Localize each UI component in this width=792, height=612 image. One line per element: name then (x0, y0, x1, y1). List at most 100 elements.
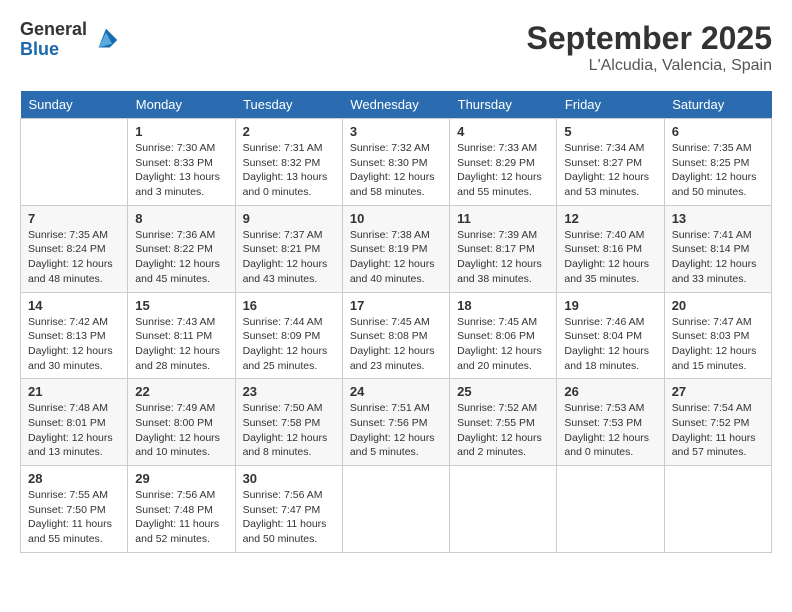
logo-general: General (20, 19, 87, 39)
day-number: 7 (28, 211, 120, 226)
calendar-cell (557, 466, 664, 553)
day-number: 28 (28, 471, 120, 486)
calendar-cell: 10 Sunrise: 7:38 AMSunset: 8:19 PMDayligh… (342, 205, 449, 292)
day-info: Sunrise: 7:45 AMSunset: 8:06 PMDaylight:… (457, 315, 549, 374)
calendar-cell: 7 Sunrise: 7:35 AMSunset: 8:24 PMDaylight… (21, 205, 128, 292)
day-number: 12 (564, 211, 656, 226)
calendar-cell: 22 Sunrise: 7:49 AMSunset: 8:00 PMDayligh… (128, 379, 235, 466)
calendar-week-5: 28 Sunrise: 7:55 AMSunset: 7:50 PMDayligh… (21, 466, 772, 553)
day-info: Sunrise: 7:55 AMSunset: 7:50 PMDaylight:… (28, 488, 120, 547)
day-number: 24 (350, 384, 442, 399)
calendar-cell: 5 Sunrise: 7:34 AMSunset: 8:27 PMDaylight… (557, 119, 664, 206)
day-info: Sunrise: 7:39 AMSunset: 8:17 PMDaylight:… (457, 228, 549, 287)
day-info: Sunrise: 7:42 AMSunset: 8:13 PMDaylight:… (28, 315, 120, 374)
day-info: Sunrise: 7:32 AMSunset: 8:30 PMDaylight:… (350, 141, 442, 200)
calendar-cell: 8 Sunrise: 7:36 AMSunset: 8:22 PMDaylight… (128, 205, 235, 292)
location-title: L'Alcudia, Valencia, Spain (527, 57, 772, 75)
day-number: 17 (350, 298, 442, 313)
calendar-cell: 14Sunrise: 7:42 AMSunset: 8:13 PMDayligh… (21, 292, 128, 379)
calendar-cell: 4 Sunrise: 7:33 AMSunset: 8:29 PMDaylight… (450, 119, 557, 206)
calendar-cell: 20 Sunrise: 7:47 AMSunset: 8:03 PMDayligh… (664, 292, 771, 379)
day-info: Sunrise: 7:43 AMSunset: 8:11 PMDaylight:… (135, 315, 227, 374)
day-number: 11 (457, 211, 549, 226)
day-info: Sunrise: 7:31 AMSunset: 8:32 PMDaylight:… (243, 141, 335, 200)
day-info: Sunrise: 7:41 AMSunset: 8:14 PMDaylight:… (672, 228, 764, 287)
day-info: Sunrise: 7:35 AMSunset: 8:24 PMDaylight:… (28, 228, 120, 287)
header-monday: Monday (128, 91, 235, 119)
day-info: Sunrise: 7:30 AMSunset: 8:33 PMDaylight:… (135, 141, 227, 200)
day-info: Sunrise: 7:34 AMSunset: 8:27 PMDaylight:… (564, 141, 656, 200)
calendar-cell: 11 Sunrise: 7:39 AMSunset: 8:17 PMDayligh… (450, 205, 557, 292)
day-number: 3 (350, 124, 442, 139)
header-thursday: Thursday (450, 91, 557, 119)
calendar-cell: 2 Sunrise: 7:31 AMSunset: 8:32 PMDaylight… (235, 119, 342, 206)
day-info: Sunrise: 7:53 AMSunset: 7:53 PMDaylight:… (564, 401, 656, 460)
day-info: Sunrise: 7:33 AMSunset: 8:29 PMDaylight:… (457, 141, 549, 200)
title-block: September 2025 L'Alcudia, Valencia, Spai… (527, 20, 772, 75)
header-wednesday: Wednesday (342, 91, 449, 119)
calendar-cell: 3 Sunrise: 7:32 AMSunset: 8:30 PMDaylight… (342, 119, 449, 206)
calendar-cell: 6 Sunrise: 7:35 AMSunset: 8:25 PMDaylight… (664, 119, 771, 206)
calendar-cell: 17 Sunrise: 7:45 AMSunset: 8:08 PMDayligh… (342, 292, 449, 379)
day-number: 15 (135, 298, 227, 313)
header-saturday: Saturday (664, 91, 771, 119)
day-info: Sunrise: 7:48 AMSunset: 8:01 PMDaylight:… (28, 401, 120, 460)
day-info: Sunrise: 7:54 AMSunset: 7:52 PMDaylight:… (672, 401, 764, 460)
calendar-cell: 27Sunrise: 7:54 AMSunset: 7:52 PMDayligh… (664, 379, 771, 466)
calendar-cell: 1 Sunrise: 7:30 AMSunset: 8:33 PMDaylight… (128, 119, 235, 206)
calendar-week-2: 7 Sunrise: 7:35 AMSunset: 8:24 PMDaylight… (21, 205, 772, 292)
calendar-cell: 26 Sunrise: 7:53 AMSunset: 7:53 PMDayligh… (557, 379, 664, 466)
day-number: 25 (457, 384, 549, 399)
calendar-cell: 9Sunrise: 7:37 AMSunset: 8:21 PMDaylight… (235, 205, 342, 292)
calendar-table: SundayMondayTuesdayWednesdayThursdayFrid… (20, 91, 772, 553)
day-number: 22 (135, 384, 227, 399)
calendar-cell: 23Sunrise: 7:50 AMSunset: 7:58 PMDayligh… (235, 379, 342, 466)
day-info: Sunrise: 7:49 AMSunset: 8:00 PMDaylight:… (135, 401, 227, 460)
calendar-cell: 21Sunrise: 7:48 AMSunset: 8:01 PMDayligh… (21, 379, 128, 466)
header-friday: Friday (557, 91, 664, 119)
day-info: Sunrise: 7:56 AMSunset: 7:48 PMDaylight:… (135, 488, 227, 547)
day-number: 20 (672, 298, 764, 313)
day-number: 16 (243, 298, 335, 313)
calendar-cell: 18 Sunrise: 7:45 AMSunset: 8:06 PMDayligh… (450, 292, 557, 379)
logo-icon (91, 25, 121, 55)
day-info: Sunrise: 7:50 AMSunset: 7:58 PMDaylight:… (243, 401, 335, 460)
day-info: Sunrise: 7:38 AMSunset: 8:19 PMDaylight:… (350, 228, 442, 287)
day-info: Sunrise: 7:36 AMSunset: 8:22 PMDaylight:… (135, 228, 227, 287)
day-info: Sunrise: 7:35 AMSunset: 8:25 PMDaylight:… (672, 141, 764, 200)
day-number: 6 (672, 124, 764, 139)
day-number: 10 (350, 211, 442, 226)
day-number: 1 (135, 124, 227, 139)
day-number: 26 (564, 384, 656, 399)
calendar-cell: 24Sunrise: 7:51 AMSunset: 7:56 PMDayligh… (342, 379, 449, 466)
calendar-cell (342, 466, 449, 553)
calendar-cell: 29 Sunrise: 7:56 AMSunset: 7:48 PMDayligh… (128, 466, 235, 553)
logo: General Blue (20, 20, 121, 60)
calendar-header-row: SundayMondayTuesdayWednesdayThursdayFrid… (21, 91, 772, 119)
day-info: Sunrise: 7:46 AMSunset: 8:04 PMDaylight:… (564, 315, 656, 374)
calendar-cell (450, 466, 557, 553)
calendar-cell: 12Sunrise: 7:40 AMSunset: 8:16 PMDayligh… (557, 205, 664, 292)
day-number: 19 (564, 298, 656, 313)
day-number: 13 (672, 211, 764, 226)
page-header: General Blue September 2025 L'Alcudia, V… (20, 20, 772, 75)
day-info: Sunrise: 7:47 AMSunset: 8:03 PMDaylight:… (672, 315, 764, 374)
day-number: 18 (457, 298, 549, 313)
header-tuesday: Tuesday (235, 91, 342, 119)
header-sunday: Sunday (21, 91, 128, 119)
calendar-week-3: 14Sunrise: 7:42 AMSunset: 8:13 PMDayligh… (21, 292, 772, 379)
calendar-cell: 28 Sunrise: 7:55 AMSunset: 7:50 PMDayligh… (21, 466, 128, 553)
calendar-week-4: 21Sunrise: 7:48 AMSunset: 8:01 PMDayligh… (21, 379, 772, 466)
calendar-cell (21, 119, 128, 206)
logo-blue: Blue (20, 39, 59, 59)
day-number: 4 (457, 124, 549, 139)
day-number: 8 (135, 211, 227, 226)
day-number: 2 (243, 124, 335, 139)
day-number: 5 (564, 124, 656, 139)
day-number: 29 (135, 471, 227, 486)
calendar-cell: 19 Sunrise: 7:46 AMSunset: 8:04 PMDayligh… (557, 292, 664, 379)
calendar-cell (664, 466, 771, 553)
calendar-cell: 13 Sunrise: 7:41 AMSunset: 8:14 PMDayligh… (664, 205, 771, 292)
day-info: Sunrise: 7:37 AMSunset: 8:21 PMDaylight:… (243, 228, 335, 287)
day-info: Sunrise: 7:45 AMSunset: 8:08 PMDaylight:… (350, 315, 442, 374)
